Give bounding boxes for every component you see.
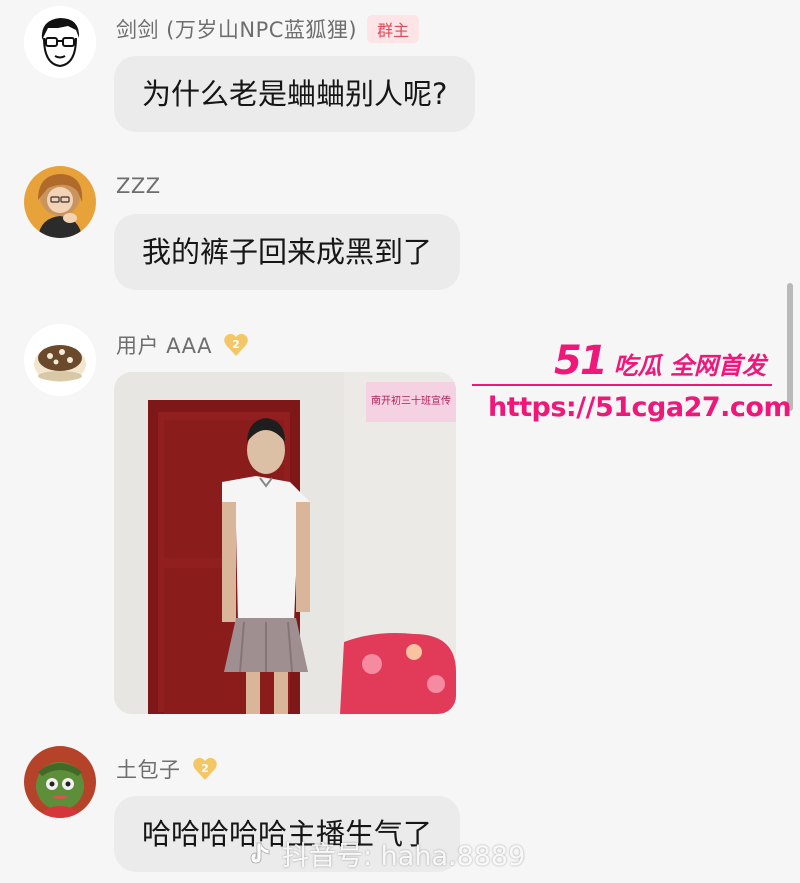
sender-name[interactable]: 剑剑 (万岁山NPC蓝狐狸) (116, 14, 357, 44)
avatar-girl-photo[interactable] (24, 166, 96, 238)
level-badge: 2 (191, 755, 219, 783)
sender-name[interactable]: 用户 AAA (116, 330, 212, 360)
owner-badge: 群主 (367, 15, 420, 43)
photo-message[interactable]: 南开初三十班宣传 (114, 372, 456, 714)
name-row-1: 剑剑 (万岁山NPC蓝狐狸) 群主 (116, 14, 420, 44)
douyin-logo-icon (250, 842, 270, 863)
brand-url: https://51cga27.com (488, 392, 792, 423)
avatar-bun-photo[interactable] (24, 324, 96, 396)
brand-title: 51 吃瓜 全网首发 (554, 338, 766, 384)
level-heart-icon: 2 (224, 333, 248, 356)
level-heart-icon: 2 (192, 757, 217, 780)
douyin-id: 抖音号: haha.8889 (282, 841, 526, 872)
message-bubble[interactable]: 我的裤子回来成黑到了 (114, 214, 461, 290)
douyin-watermark: 抖音号: haha.8889 (246, 834, 525, 873)
name-row-3: 用户 AAA 2 (116, 330, 250, 360)
svg-text:2: 2 (232, 338, 240, 351)
brand-slogan: 吃瓜 全网首发 (613, 352, 767, 380)
brand-divider (472, 384, 772, 386)
message-bubble[interactable]: 为什么老是蛐蛐别人呢? (114, 56, 476, 132)
name-row-2: ZZZ (116, 174, 161, 198)
sender-name[interactable]: 土包子 (116, 754, 181, 784)
level-badge: 2 (222, 331, 250, 359)
svg-text:2: 2 (201, 762, 209, 775)
avatar-green-character[interactable] (24, 746, 96, 818)
svg-text:南开初三十班宣传: 南开初三十班宣传 (371, 394, 451, 407)
brand-number: 51 (554, 338, 608, 384)
name-row-4: 土包子 2 (116, 754, 219, 784)
avatar-glasses-sketch[interactable] (24, 6, 96, 78)
sender-name[interactable]: ZZZ (116, 174, 161, 198)
brand-watermark: 51 吃瓜 全网首发 https://51cga27.com (470, 332, 792, 442)
